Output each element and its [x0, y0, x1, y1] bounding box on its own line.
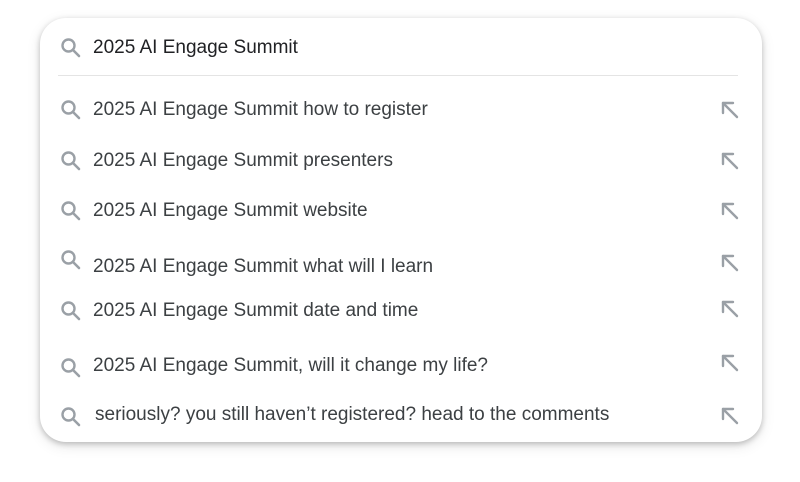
suggestion-label: 2025 AI Engage Summit how to register [93, 99, 428, 120]
search-icon [60, 150, 82, 172]
search-query-text[interactable]: 2025 AI Engage Summit [93, 37, 298, 59]
arrow-up-left-icon[interactable] [719, 252, 741, 274]
search-suggestions-panel: 2025 AI Engage Summit 2025 AI Engage Sum… [40, 18, 762, 442]
suggestion-item[interactable]: 2025 AI Engage Summit what will I learn [40, 242, 762, 286]
arrow-up-left-icon[interactable] [719, 99, 741, 121]
search-icon [60, 200, 82, 222]
suggestion-label: 2025 AI Engage Summit website [93, 200, 368, 221]
arrow-up-left-icon[interactable] [719, 298, 741, 320]
search-icon [60, 99, 82, 121]
suggestion-label: 2025 AI Engage Summit presenters [93, 150, 393, 171]
arrow-up-left-icon[interactable] [719, 405, 741, 427]
search-icon [60, 357, 82, 379]
suggestion-item[interactable]: 2025 AI Engage Summit date and time [40, 289, 762, 333]
arrow-up-left-icon[interactable] [719, 352, 741, 374]
suggestion-item[interactable]: 2025 AI Engage Summit website [40, 189, 762, 233]
suggestion-item[interactable]: 2025 AI Engage Summit, will it change my… [40, 344, 762, 388]
arrow-up-left-icon[interactable] [719, 150, 741, 172]
arrow-up-left-icon[interactable] [719, 200, 741, 222]
suggestion-item[interactable]: 2025 AI Engage Summit how to register [40, 88, 762, 132]
search-icon [60, 300, 82, 322]
suggestion-item[interactable]: seriously? you still haven’t registered?… [40, 393, 762, 437]
suggestion-label: 2025 AI Engage Summit, will it change my… [93, 355, 488, 376]
suggestion-label: 2025 AI Engage Summit what will I learn [93, 256, 434, 277]
suggestion-label: seriously? you still haven’t registered?… [95, 404, 610, 425]
divider [58, 75, 738, 76]
search-box[interactable]: 2025 AI Engage Summit [40, 18, 762, 76]
suggestion-item[interactable]: 2025 AI Engage Summit presenters [40, 139, 762, 183]
search-icon [60, 249, 82, 271]
suggestion-label: 2025 AI Engage Summit date and time [93, 300, 419, 321]
search-icon [60, 37, 82, 59]
search-icon [60, 406, 82, 428]
